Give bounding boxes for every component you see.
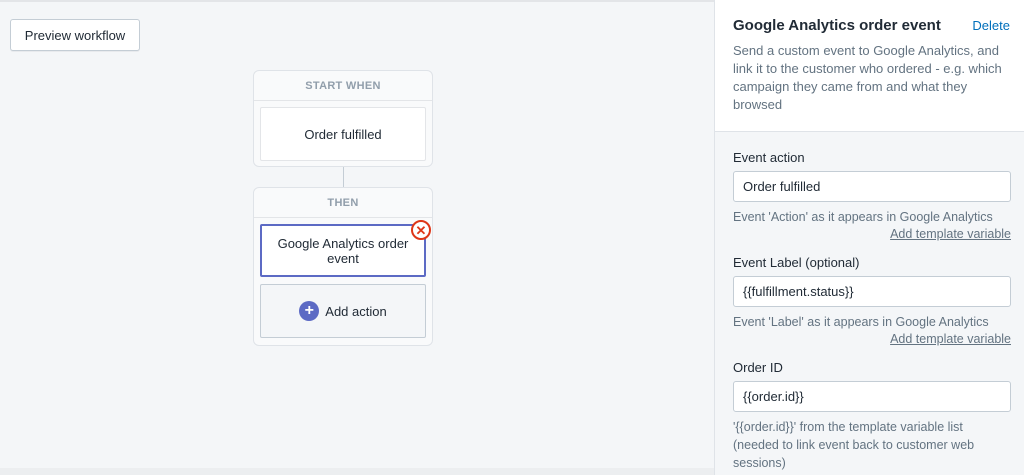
then-title: THEN: [254, 188, 432, 218]
event-action-help: Event 'Action' as it appears in Google A…: [733, 210, 993, 224]
preview-workflow-button[interactable]: Preview workflow: [10, 19, 140, 51]
event-action-field: Event action Order fulfilled Event 'Acti…: [733, 150, 1011, 243]
remove-action-icon[interactable]: ✕: [411, 220, 431, 240]
order-id-input[interactable]: {{order.id}}: [733, 381, 1011, 412]
then-section: THEN Google Analytics order event ✕ + Ad…: [253, 187, 433, 346]
start-when-section: START WHEN Order fulfilled: [253, 70, 433, 167]
event-label-help: Event 'Label' as it appears in Google An…: [733, 315, 989, 329]
canvas-bottom-strip: [0, 468, 714, 475]
trigger-node[interactable]: Order fulfilled: [260, 107, 426, 161]
order-id-help: '{{order.id}}' from the template variabl…: [733, 420, 975, 470]
add-action-button[interactable]: + Add action: [260, 284, 426, 338]
order-id-field: Order ID {{order.id}} '{{order.id}}' fro…: [733, 360, 1011, 472]
panel-header: Google Analytics order event Delete Send…: [715, 0, 1024, 132]
plus-circle-icon: +: [299, 301, 320, 321]
event-action-add-template-link[interactable]: Add template variable: [733, 226, 1011, 243]
action-settings-panel: Google Analytics order event Delete Send…: [714, 0, 1024, 475]
event-action-input[interactable]: Order fulfilled: [733, 171, 1011, 202]
panel-form: Event action Order fulfilled Event 'Acti…: [715, 132, 1024, 475]
order-id-label: Order ID: [733, 360, 783, 375]
top-divider: [0, 0, 714, 2]
flow-connector: [343, 167, 344, 187]
panel-description: Send a custom event to Google Analytics,…: [733, 43, 1002, 112]
action-node-label: Google Analytics order event: [277, 235, 409, 266]
event-label-field: Event Label (optional) {{fulfillment.sta…: [733, 255, 1011, 348]
panel-title-row: Google Analytics order event Delete: [733, 17, 1010, 34]
event-label-add-template-link[interactable]: Add template variable: [733, 331, 1011, 348]
event-label-label: Event Label (optional): [733, 255, 860, 270]
action-node-selected[interactable]: Google Analytics order event: [260, 224, 426, 277]
event-label-input[interactable]: {{fulfillment.status}}: [733, 276, 1011, 307]
start-when-title: START WHEN: [254, 71, 432, 101]
add-action-label: Add action: [325, 303, 387, 319]
panel-title: Google Analytics order event: [733, 17, 941, 34]
event-action-label: Event action: [733, 150, 805, 165]
workflow-canvas: Preview workflow START WHEN Order fulfil…: [0, 0, 714, 475]
delete-link[interactable]: Delete: [972, 18, 1010, 33]
